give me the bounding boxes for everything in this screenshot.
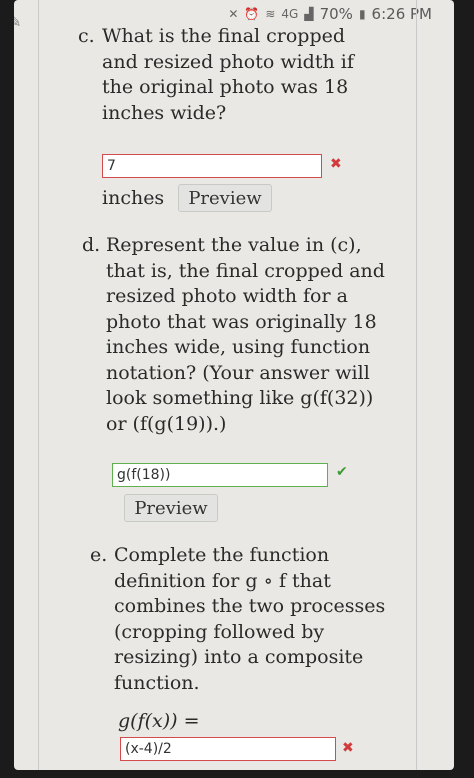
question-e-text: Complete the function definition for g ∘…: [114, 544, 386, 694]
question-c-preview-button[interactable]: Preview: [178, 184, 272, 212]
incorrect-mark-icon: ✖: [342, 740, 354, 756]
question-c-label: c.: [78, 25, 95, 47]
question-d-preview-button[interactable]: Preview: [124, 494, 218, 522]
battery-icon: ▮: [358, 7, 366, 21]
wifi-icon: ≋: [265, 7, 276, 21]
pen-icon: ✎: [14, 12, 22, 31]
composite-function-label: g(f(x)) =: [118, 710, 200, 732]
mute-icon: ✕: [228, 7, 239, 21]
question-d: d. Represent the value in (c), that is, …: [82, 233, 385, 435]
correct-check-icon: ✔: [336, 464, 348, 480]
question-c-unit: inches: [102, 187, 165, 209]
question-e-answer-input[interactable]: (x-4)/2: [120, 737, 336, 761]
question-e-label: e.: [90, 544, 108, 566]
signal-icon: ▟: [304, 7, 314, 21]
question-d-label: d.: [82, 234, 101, 256]
4g-icon: 4G: [281, 7, 299, 21]
incorrect-mark-icon: ✖: [330, 156, 342, 172]
clock-time: 6:26 PM: [371, 5, 432, 23]
question-c: c. What is the final cropped and resized…: [78, 24, 354, 124]
question-c-answer-input[interactable]: 7: [102, 154, 322, 178]
alarm-icon: ⏰: [244, 7, 260, 21]
left-margin-line: [38, 0, 39, 770]
app-screen: ✕ ⏰ ≋ 4G ▟ 70% ▮ 6:26 PM ✎ c. What is th…: [14, 0, 454, 770]
question-c-text: What is the final cropped and resized ph…: [102, 25, 354, 124]
question-d-answer-input[interactable]: g(f(18)): [112, 463, 328, 487]
question-e: e. Complete the function definition for …: [90, 543, 385, 694]
battery-level: 70%: [319, 5, 353, 23]
question-d-text: Represent the value in (c), that is, the…: [106, 234, 385, 435]
